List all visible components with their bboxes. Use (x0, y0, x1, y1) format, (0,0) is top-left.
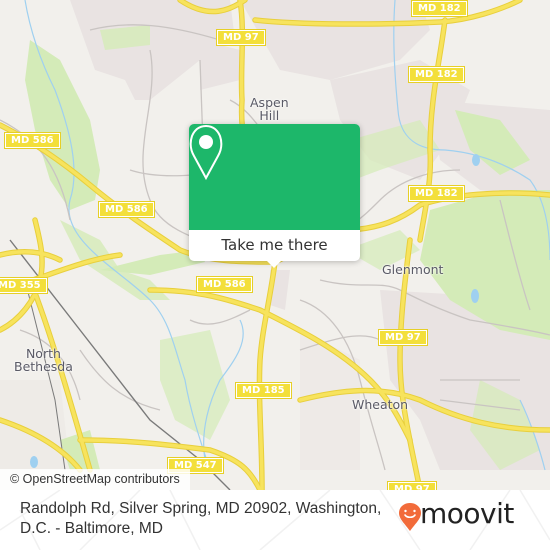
moovit-pin-smile-icon (399, 503, 421, 531)
place-label-line: Glenmont (382, 262, 444, 277)
moovit-wordmark: moovit (420, 497, 514, 530)
place-label-line: Bethesda (14, 359, 73, 374)
map-attribution[interactable]: © OpenStreetMap contributors (0, 469, 190, 490)
route-shield: MD 586 (4, 132, 61, 149)
route-shield: MD 355 (0, 277, 48, 294)
route-shield: MD 97 (378, 329, 428, 346)
route-shield: MD 185 (235, 382, 292, 399)
address-text: Randolph Rd, Silver Spring, MD 20902, Wa… (20, 500, 382, 537)
place-label-wheaton: Wheaton (352, 398, 408, 411)
route-shield: MD 182 (408, 66, 465, 83)
popup-pointer (266, 260, 282, 268)
place-label-north-bethesda: North Bethesda (14, 347, 73, 373)
route-shield: MD 97 (216, 29, 266, 46)
map-view[interactable]: MD 182 MD 97 MD 182 MD 586 MD 586 MD 182… (0, 0, 550, 490)
place-label-aspen-hill: Aspen Hill (250, 96, 289, 122)
route-shield: MD 586 (196, 276, 253, 293)
place-label-line: Hill (259, 108, 280, 123)
place-label-glenmont: Glenmont (382, 263, 443, 276)
route-shield: MD 586 (98, 201, 155, 218)
route-shield: MD 182 (408, 185, 465, 202)
place-label-line: Wheaton (352, 397, 409, 412)
location-popup[interactable]: Take me there (189, 124, 360, 268)
map-pin-icon (189, 124, 223, 180)
take-me-there-button[interactable]: Take me there (189, 230, 360, 261)
popup-header (189, 124, 360, 230)
route-shield: MD 97 (387, 481, 437, 490)
route-shield: MD 182 (411, 0, 468, 17)
